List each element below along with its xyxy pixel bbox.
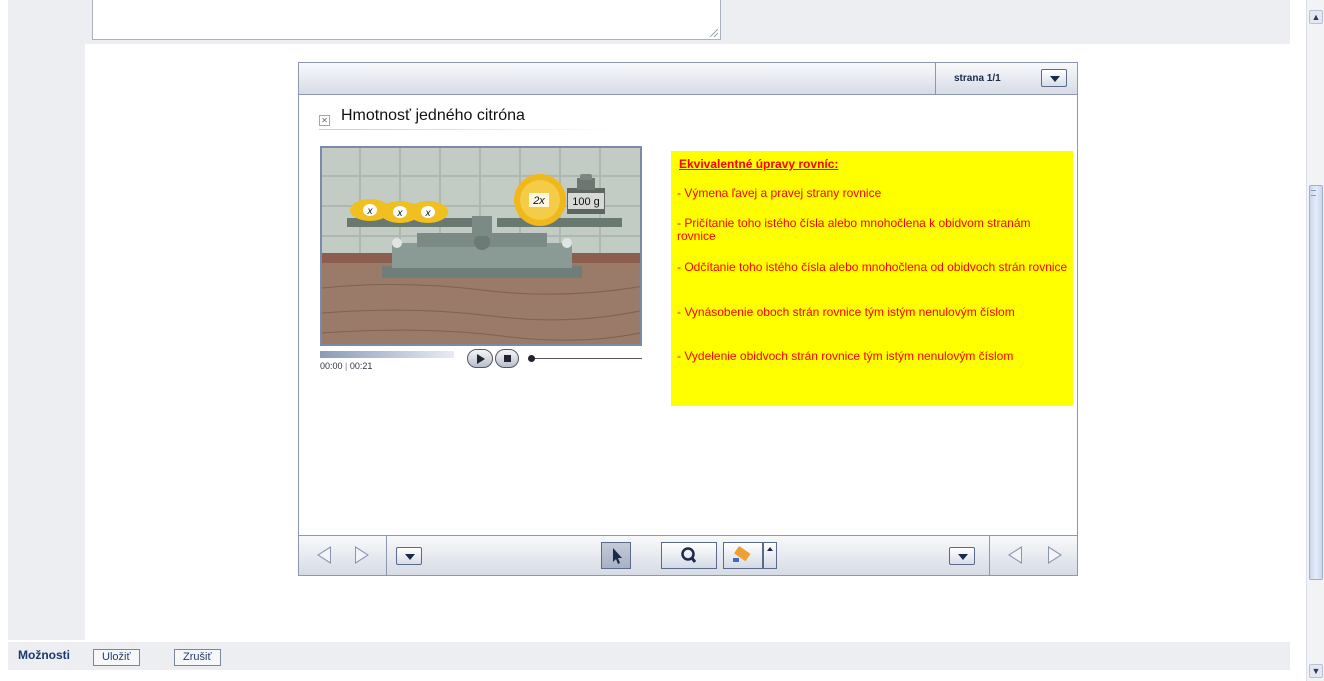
lemon-label: x: [425, 208, 432, 219]
nav-left-group: [299, 536, 387, 575]
page-dropdown-button[interactable]: [1041, 69, 1067, 87]
presentation-player: strana 1/1 ✕ Hmotnosť jedného citróna x …: [298, 62, 1078, 576]
highlighter-tool-button[interactable]: [723, 542, 763, 569]
options-label: Možnosti: [18, 648, 70, 662]
options-bar: Možnosti Uložiť Zrušiť: [8, 642, 1290, 670]
next-icon[interactable]: [1048, 546, 1062, 564]
note-title: Ekvivalentné úpravy rovníc:: [679, 157, 839, 171]
note-item: - Vynásobenie oboch strán rovnice tým is…: [677, 305, 1015, 319]
slide-title: Hmotnosť jedného citróna: [341, 107, 525, 124]
video-progress-bar[interactable]: [320, 351, 454, 358]
text-area[interactable]: [92, 0, 721, 40]
lemon-label: x: [367, 206, 374, 217]
left-column: [8, 0, 85, 640]
note-item: - Vydelenie obidvoch strán rovnice tým i…: [677, 349, 1014, 363]
left-menu-dropdown-button[interactable]: [396, 547, 422, 565]
thumb-grip-icon: [1311, 190, 1316, 196]
video-time-current: 00:00: [320, 361, 343, 371]
equation-rules-note: Ekvivalentné úpravy rovníc: - Výmena ľav…: [671, 151, 1073, 406]
caret-up-icon: [767, 547, 773, 551]
close-x-icon[interactable]: ✕: [319, 115, 330, 126]
previous-icon[interactable]: [1008, 546, 1022, 564]
note-item: - Pričítanie toho istého čísla alebo mno…: [677, 216, 1031, 243]
magnifier-icon: [681, 547, 697, 563]
lemon-label: x: [397, 208, 404, 219]
next-icon[interactable]: [355, 546, 369, 564]
volume-slider-track[interactable]: [532, 358, 642, 359]
player-bottom-bar: [299, 535, 1077, 575]
cursor-icon: [613, 548, 622, 564]
big-lemon-label: 2x: [532, 195, 545, 207]
note-item: - Výmena ľavej a pravej strany rovnice: [677, 186, 882, 200]
right-menu-dropdown-button[interactable]: [949, 547, 975, 565]
weight-label: 100 g: [572, 196, 600, 208]
stop-icon: [504, 355, 511, 362]
search-tool-button[interactable]: [661, 542, 717, 569]
player-top-bar: strana 1/1: [299, 63, 1077, 95]
video-time-total: 00:21: [349, 361, 373, 371]
highlighter-icon: [733, 546, 751, 562]
play-icon: [477, 354, 485, 364]
nav-right-group: [989, 536, 1077, 575]
page-indicator-text: strana 1/1: [954, 73, 1001, 84]
video-frame[interactable]: x x x 2x 100 g: [320, 146, 642, 346]
scroll-down-icon[interactable]: ▼: [1309, 664, 1323, 678]
stop-button[interactable]: [495, 349, 519, 368]
title-divider: [319, 129, 619, 130]
page: strana 1/1 ✕ Hmotnosť jedného citróna x …: [0, 0, 1324, 681]
pointer-tool-button[interactable]: [601, 542, 631, 569]
scroll-thumb[interactable]: [1309, 185, 1323, 580]
scroll-up-icon[interactable]: ▲: [1309, 10, 1323, 24]
save-button[interactable]: Uložiť: [93, 649, 140, 666]
vertical-scrollbar[interactable]: ▲ ▼: [1306, 0, 1324, 681]
highlighter-options-button[interactable]: [763, 542, 777, 569]
note-item: - Odčítanie toho istého čísla alebo mnoh…: [677, 260, 1068, 274]
previous-icon[interactable]: [317, 546, 331, 564]
play-button[interactable]: [467, 349, 493, 368]
cancel-button[interactable]: Zrušiť: [174, 649, 221, 666]
resize-grip-icon[interactable]: [710, 29, 718, 37]
scale-illustration: x x x 2x 100 g: [322, 148, 640, 344]
page-indicator: strana 1/1: [935, 63, 1077, 94]
volume-slider-knob[interactable]: [528, 355, 535, 362]
video-time: 00:00 | 00:21: [320, 361, 373, 371]
